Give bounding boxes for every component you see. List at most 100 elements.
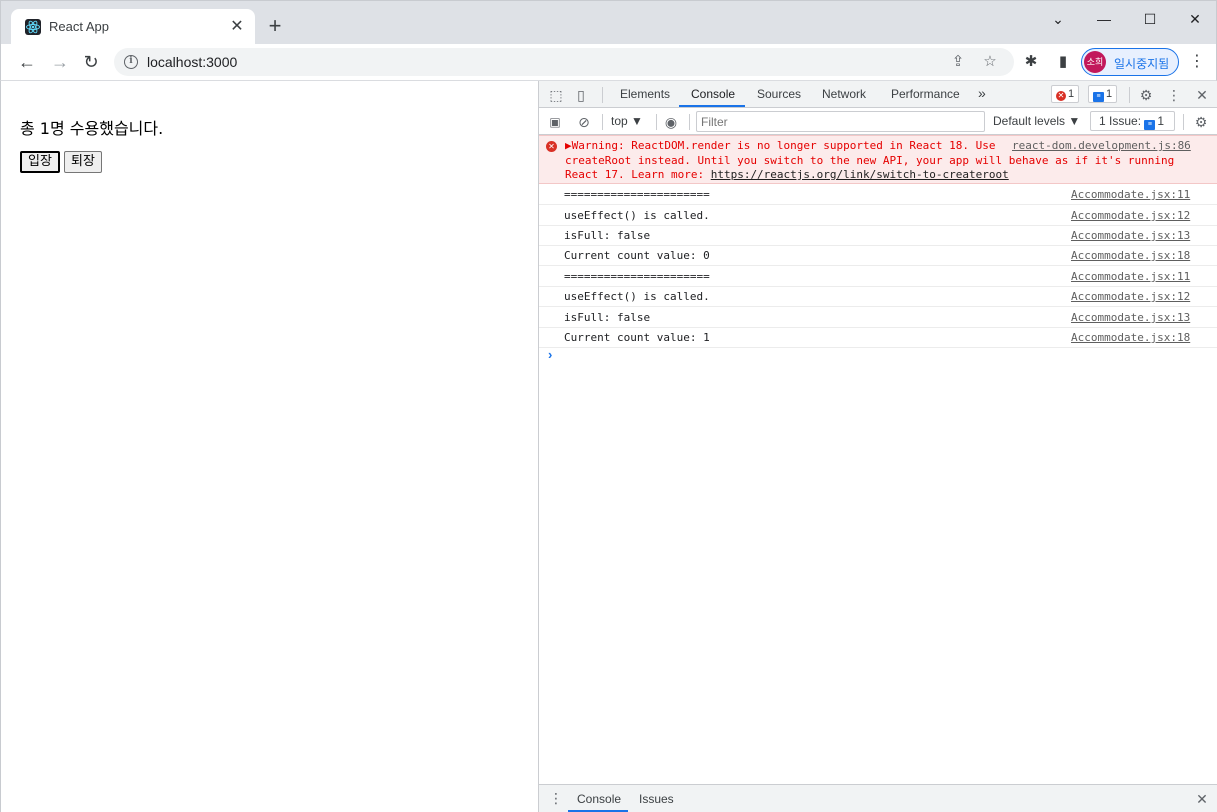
address-bar[interactable]: i localhost:3000 ⇪ ☆ bbox=[114, 48, 1014, 76]
clear-console-icon[interactable]: ⊘ bbox=[574, 112, 594, 132]
page-viewport: 총 1명 수용했습니다. 입장 퇴장 bbox=[0, 81, 538, 812]
log-row: Current count value: 0 Accommodate.jsx:18 bbox=[539, 245, 1217, 266]
message-count: 1 bbox=[1106, 88, 1113, 100]
tab-close-icon[interactable]: ✕ bbox=[227, 17, 247, 37]
tab-performance[interactable]: Performance bbox=[891, 87, 960, 101]
live-expression-eye-icon[interactable]: ◉ bbox=[661, 112, 681, 132]
console-filter-input[interactable] bbox=[696, 111, 985, 132]
divider bbox=[1183, 114, 1184, 130]
tab-title: React App bbox=[49, 19, 109, 34]
log-source-link[interactable]: Accommodate.jsx:11 bbox=[1071, 270, 1190, 283]
error-icon: ✕ bbox=[1056, 91, 1066, 101]
divider bbox=[656, 114, 657, 130]
log-text: isFull: false bbox=[564, 311, 651, 324]
log-row: Current count value: 1 Accommodate.jsx:18 bbox=[539, 327, 1217, 348]
log-text: ====================== bbox=[564, 188, 710, 201]
browser-menu-icon[interactable]: ⋮ bbox=[1187, 52, 1207, 72]
log-row: useEffect() is called. Accommodate.jsx:12 bbox=[539, 205, 1217, 226]
tab-network[interactable]: Network bbox=[822, 87, 866, 101]
back-arrow-icon[interactable]: ← bbox=[15, 50, 39, 74]
active-tab-indicator bbox=[679, 105, 745, 107]
drawer-menu-icon[interactable]: ⋮ bbox=[546, 788, 566, 808]
extensions-puzzle-icon[interactable]: ✱ bbox=[1021, 52, 1041, 72]
divider bbox=[689, 114, 690, 130]
bookmark-star-icon[interactable]: ☆ bbox=[980, 52, 1000, 72]
log-source-link[interactable]: Accommodate.jsx:13 bbox=[1071, 311, 1190, 324]
log-row: ====================== Accommodate.jsx:11 bbox=[539, 266, 1217, 287]
share-icon[interactable]: ⇪ bbox=[948, 52, 968, 72]
divider bbox=[602, 87, 603, 103]
message-count-badge[interactable]: ≡ 1 bbox=[1088, 85, 1118, 103]
minimize-button[interactable]: — bbox=[1081, 5, 1127, 33]
side-panel-icon[interactable]: ▮ bbox=[1053, 52, 1073, 72]
log-text: Current count value: 1 bbox=[564, 331, 710, 344]
console-settings-gear-icon[interactable]: ⚙ bbox=[1191, 112, 1211, 132]
issues-button[interactable]: 1 Issue: ≡ 1 bbox=[1090, 111, 1175, 131]
browser-tab[interactable]: React App ✕ bbox=[11, 9, 255, 45]
profile-button[interactable]: 소희 일시중지됨 bbox=[1081, 48, 1179, 76]
enter-button[interactable]: 입장 bbox=[20, 151, 60, 173]
forward-arrow-icon[interactable]: → bbox=[48, 50, 72, 74]
url-text[interactable]: localhost:3000 bbox=[147, 54, 237, 70]
tab-sources[interactable]: Sources bbox=[757, 87, 801, 101]
log-source-link[interactable]: Accommodate.jsx:11 bbox=[1071, 188, 1190, 201]
tab-strip: React App ✕ + ⌄ — ☐ ✕ bbox=[0, 0, 1217, 45]
issue-icon: ≡ bbox=[1144, 120, 1156, 130]
log-text: useEffect() is called. bbox=[564, 209, 710, 222]
drawer-tab-issues[interactable]: Issues bbox=[639, 792, 674, 806]
devtools-menu-icon[interactable]: ⋮ bbox=[1164, 85, 1184, 105]
inspect-element-icon[interactable]: ⬚ bbox=[546, 85, 566, 105]
tab-search-chevron-icon[interactable]: ⌄ bbox=[1035, 5, 1081, 33]
capacity-message: 총 1명 수용했습니다. bbox=[20, 119, 164, 138]
warning-line: React 17. Learn more: bbox=[565, 168, 711, 181]
log-levels-select[interactable]: Default levels ▼ bbox=[993, 114, 1080, 128]
exit-button[interactable]: 퇴장 bbox=[64, 151, 102, 173]
issues-label: 1 Issue: bbox=[1099, 114, 1142, 128]
site-info-icon[interactable]: i bbox=[124, 55, 138, 69]
issues-count: 1 bbox=[1157, 114, 1165, 128]
tab-console[interactable]: Console bbox=[691, 87, 735, 101]
more-tabs-icon[interactable]: » bbox=[978, 85, 986, 101]
log-source-link[interactable]: Accommodate.jsx:18 bbox=[1071, 331, 1190, 344]
log-source-link[interactable]: Accommodate.jsx:13 bbox=[1071, 229, 1190, 242]
maximize-button[interactable]: ☐ bbox=[1127, 5, 1173, 33]
tab-elements[interactable]: Elements bbox=[620, 87, 670, 101]
log-source-link[interactable]: Accommodate.jsx:18 bbox=[1071, 249, 1190, 262]
warning-message: ▶Warning: ReactDOM.render is no longer s… bbox=[565, 139, 1174, 183]
log-row: isFull: false Accommodate.jsx:13 bbox=[539, 225, 1217, 246]
react-logo-icon bbox=[25, 19, 41, 35]
devtools-tab-bar: ⬚ ▯ Elements Console Sources Network Per… bbox=[539, 81, 1217, 108]
error-count: 1 bbox=[1068, 88, 1075, 100]
avatar: 소희 bbox=[1084, 51, 1106, 73]
devtools-drawer: ⋮ Console Issues ✕ bbox=[539, 784, 1217, 812]
console-prompt-icon[interactable]: › bbox=[548, 347, 552, 362]
log-text: ====================== bbox=[564, 270, 710, 283]
log-source-link[interactable]: Accommodate.jsx:12 bbox=[1071, 290, 1190, 303]
devtools-panel: ⬚ ▯ Elements Console Sources Network Per… bbox=[538, 81, 1217, 812]
log-row: useEffect() is called. Accommodate.jsx:12 bbox=[539, 286, 1217, 307]
close-drawer-icon[interactable]: ✕ bbox=[1192, 789, 1212, 809]
profile-status-label: 일시중지됨 bbox=[1114, 57, 1170, 71]
log-text: isFull: false bbox=[564, 229, 651, 242]
log-row: isFull: false Accommodate.jsx:13 bbox=[539, 307, 1217, 328]
log-text: useEffect() is called. bbox=[564, 290, 710, 303]
warning-link[interactable]: https://reactjs.org/link/switch-to-creat… bbox=[711, 168, 1009, 181]
warning-line: createRoot instead. Until you switch to … bbox=[565, 153, 1175, 167]
close-window-button[interactable]: ✕ bbox=[1172, 5, 1217, 33]
reload-icon[interactable]: ↻ bbox=[79, 50, 103, 74]
divider bbox=[1129, 87, 1130, 103]
drawer-tab-console[interactable]: Console bbox=[577, 792, 621, 806]
device-toolbar-icon[interactable]: ▯ bbox=[571, 85, 591, 105]
warning-source-link[interactable]: react-dom.development.js:86 bbox=[1012, 139, 1191, 152]
close-devtools-icon[interactable]: ✕ bbox=[1192, 85, 1212, 105]
console-warning[interactable]: ✕ ▶Warning: ReactDOM.render is no longer… bbox=[539, 135, 1217, 184]
context-select[interactable]: top ▼ bbox=[611, 114, 643, 128]
settings-gear-icon[interactable]: ⚙ bbox=[1136, 85, 1156, 105]
error-count-badge[interactable]: ✕ 1 bbox=[1051, 85, 1080, 103]
new-tab-button[interactable]: + bbox=[263, 15, 287, 39]
log-source-link[interactable]: Accommodate.jsx:12 bbox=[1071, 209, 1190, 222]
show-sidebar-icon[interactable]: ▣ bbox=[545, 112, 565, 132]
log-text: Current count value: 0 bbox=[564, 249, 710, 262]
console-toolbar: ▣ ⊘ top ▼ ◉ Default levels ▼ 1 Issue: ≡1… bbox=[539, 108, 1217, 135]
browser-toolbar: ← → ↻ i localhost:3000 ⇪ ☆ ✱ ▮ 소희 일시중지됨 … bbox=[0, 44, 1217, 81]
